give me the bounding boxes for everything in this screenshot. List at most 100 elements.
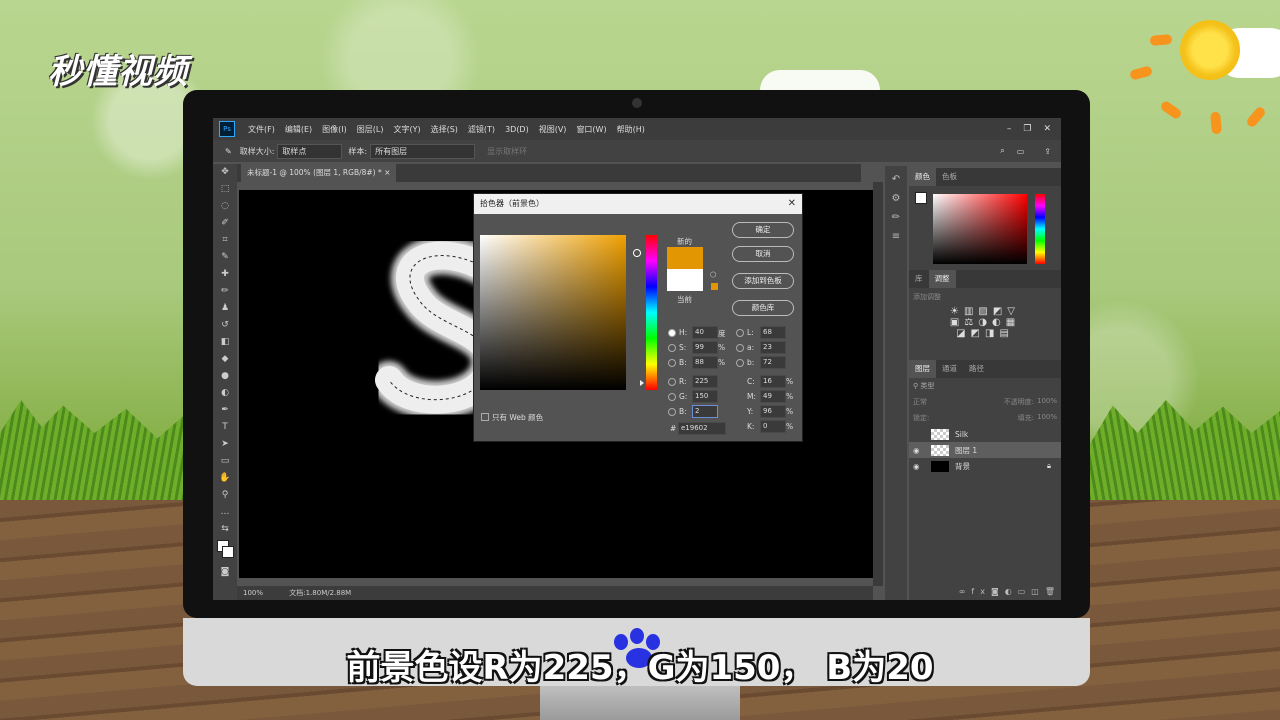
hex-input[interactable]: e19602: [678, 422, 726, 435]
input-h[interactable]: 40: [692, 326, 718, 339]
close-tab-icon[interactable]: ×: [384, 168, 390, 177]
radio-b[interactable]: [668, 359, 676, 367]
adjust-icons-row-3[interactable]: ◪◩◨▤: [909, 328, 1061, 339]
ok-button[interactable]: 确定: [732, 222, 794, 238]
radio-g[interactable]: [668, 393, 676, 401]
radio-h[interactable]: [668, 329, 676, 337]
more-tools-icon[interactable]: …: [213, 504, 237, 521]
tab-color[interactable]: 颜色: [909, 168, 936, 186]
input-lab-b[interactable]: 72: [760, 356, 786, 369]
close-icon[interactable]: ✕: [1043, 124, 1051, 134]
gamut-cube-icon[interactable]: ⬡: [710, 270, 717, 279]
eyedropper-tool-icon[interactable]: ✎: [213, 249, 237, 266]
quick-select-tool-icon[interactable]: ✐: [213, 215, 237, 232]
radio-a[interactable]: [736, 344, 744, 352]
restore-icon[interactable]: ❐: [1023, 124, 1031, 134]
input-g[interactable]: 150: [692, 390, 718, 403]
cancel-button[interactable]: 取消: [732, 246, 794, 262]
tab-adjustments[interactable]: 调整: [928, 270, 956, 288]
web-safe-swatch[interactable]: [711, 283, 718, 290]
menu-window[interactable]: 窗口(W): [571, 124, 611, 135]
pen-tool-icon[interactable]: ✒: [213, 402, 237, 419]
paint-bucket-tool-icon[interactable]: ◆: [213, 351, 237, 368]
dodge-tool-icon[interactable]: ◐: [213, 385, 237, 402]
search-icon[interactable]: ⌕: [1000, 146, 1004, 156]
path-select-tool-icon[interactable]: ➤: [213, 436, 237, 453]
swap-colors-icon[interactable]: ⇆: [213, 521, 237, 538]
adjustments-icon[interactable]: ≡: [885, 231, 907, 242]
color-libraries-button[interactable]: 颜色库: [732, 300, 794, 316]
healing-tool-icon[interactable]: ✚: [213, 266, 237, 283]
current-color-swatch[interactable]: [667, 269, 703, 291]
fill-value[interactable]: 100%: [1037, 413, 1057, 423]
crop-tool-icon[interactable]: ⌗: [213, 232, 237, 249]
history-brush-tool-icon[interactable]: ↺: [213, 317, 237, 334]
menu-select[interactable]: 选择(S): [426, 124, 463, 135]
add-to-swatches-button[interactable]: 添加到色板: [732, 273, 794, 289]
input-l[interactable]: 68: [760, 326, 786, 339]
show-ring-checkbox[interactable]: 显示取样环: [487, 146, 527, 157]
input-r[interactable]: 225: [692, 375, 718, 388]
web-only-checkbox[interactable]: [481, 413, 489, 421]
share-icon[interactable]: ⇪: [1044, 147, 1051, 156]
layer-actions[interactable]: ∞fx◙◐▭◫🗑︎: [909, 587, 1061, 596]
brush-panel-icon[interactable]: ✏: [885, 212, 907, 223]
eyedropper-icon[interactable]: ✎: [225, 147, 232, 156]
input-b[interactable]: 88: [692, 356, 718, 369]
menu-edit[interactable]: 编辑(E): [280, 124, 317, 135]
layer-row[interactable]: ◉ 背景 🔒︎: [909, 458, 1061, 474]
input-k[interactable]: 0: [760, 420, 786, 433]
menu-view[interactable]: 视图(V): [534, 124, 572, 135]
zoom-level[interactable]: 100%: [243, 589, 263, 597]
properties-icon[interactable]: ⚙: [885, 193, 907, 204]
adjust-icons-row-1[interactable]: ☀▥▨◩▽: [909, 306, 1061, 317]
hue-slider-handle[interactable]: [640, 380, 644, 386]
brush-tool-icon[interactable]: ✏: [213, 283, 237, 300]
layer-row-selected[interactable]: ◉ 图层 1: [909, 442, 1061, 458]
color-field[interactable]: [480, 235, 626, 390]
tab-swatches[interactable]: 色板: [936, 168, 963, 186]
eye-icon[interactable]: ◉: [913, 462, 921, 471]
hand-tool-icon[interactable]: ✋: [213, 470, 237, 487]
menu-help[interactable]: 帮助(H): [612, 124, 650, 135]
color-marker[interactable]: [633, 249, 641, 257]
tab-layers[interactable]: 图层: [909, 360, 936, 378]
opacity-value[interactable]: 100%: [1037, 397, 1057, 407]
tab-channels[interactable]: 通道: [936, 360, 963, 378]
hue-slider[interactable]: [1035, 194, 1045, 264]
quick-mask-icon[interactable]: ◙: [213, 564, 237, 581]
close-icon[interactable]: ✕: [788, 194, 796, 214]
radio-r[interactable]: [668, 378, 676, 386]
tab-paths[interactable]: 路径: [963, 360, 990, 378]
layer-filter[interactable]: ⚲ 类型: [909, 378, 1061, 394]
input-c[interactable]: 16: [760, 375, 786, 388]
radio-l[interactable]: [736, 329, 744, 337]
input-m[interactable]: 49: [760, 390, 786, 403]
menu-filter[interactable]: 滤镜(T): [463, 124, 500, 135]
input-y[interactable]: 96: [760, 405, 786, 418]
blend-mode[interactable]: 正常: [913, 397, 927, 407]
layer-row[interactable]: Silk: [909, 426, 1061, 442]
sample-size-select[interactable]: 取样点: [277, 143, 343, 159]
menu-3d[interactable]: 3D(D): [500, 125, 534, 134]
menu-image[interactable]: 图像(I): [317, 124, 352, 135]
blur-tool-icon[interactable]: ●: [213, 368, 237, 385]
marquee-tool-icon[interactable]: ⬚: [213, 181, 237, 198]
menu-layer[interactable]: 图层(L): [352, 124, 389, 135]
tab-libraries[interactable]: 库: [909, 270, 929, 288]
menu-type[interactable]: 文字(Y): [388, 124, 425, 135]
input-s[interactable]: 99: [692, 341, 718, 354]
menu-file[interactable]: 文件(F): [243, 124, 280, 135]
radio-lab-b[interactable]: [736, 359, 744, 367]
stamp-tool-icon[interactable]: ♟: [213, 300, 237, 317]
radio-blue[interactable]: [668, 408, 676, 416]
document-tab[interactable]: 未标题-1 @ 100% (图层 1, RGB/8#) * ×: [241, 164, 397, 182]
eraser-tool-icon[interactable]: ◧: [213, 334, 237, 351]
history-icon[interactable]: ↶: [885, 174, 907, 185]
adjust-icons-row-2[interactable]: ▣⚖◑◐▦: [909, 317, 1061, 328]
foreground-swatch[interactable]: [915, 192, 927, 204]
minimize-icon[interactable]: –: [1007, 124, 1012, 134]
type-tool-icon[interactable]: T: [213, 419, 237, 436]
lasso-tool-icon[interactable]: ◌: [213, 198, 237, 215]
input-a[interactable]: 23: [760, 341, 786, 354]
